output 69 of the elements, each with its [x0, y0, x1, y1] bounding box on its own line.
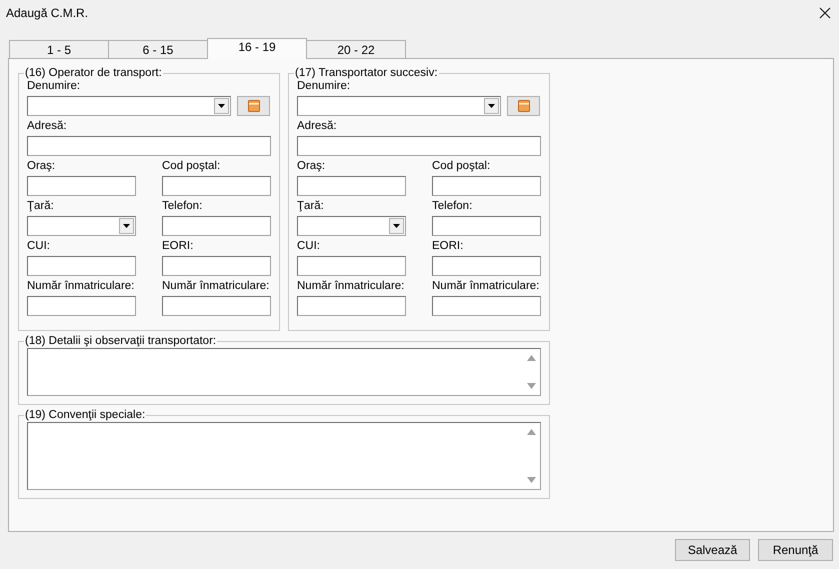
input-field[interactable]	[162, 296, 271, 316]
scroll-down-icon[interactable]	[527, 383, 536, 389]
dropdown-button[interactable]	[389, 218, 404, 234]
dropdown-button[interactable]	[214, 98, 229, 114]
caret-icon	[488, 104, 495, 108]
input-field[interactable]	[297, 296, 406, 316]
input-field[interactable]	[432, 296, 541, 316]
group-title: (18) Detalii şi observaţii transportator:	[24, 335, 218, 348]
lookup-button[interactable]	[507, 96, 540, 116]
combo-box[interactable]	[297, 96, 501, 116]
field-label: Adresă:	[27, 120, 68, 133]
dialog-button[interactable]: Salvează	[675, 539, 750, 561]
text-area[interactable]	[27, 422, 541, 490]
dialog-button[interactable]: Renunţă	[758, 539, 833, 561]
scroll-down-icon[interactable]	[527, 477, 536, 483]
field-label: Oraş:	[297, 160, 326, 173]
combo-box[interactable]	[297, 216, 406, 236]
caret-icon	[393, 224, 400, 228]
input-field[interactable]	[432, 256, 541, 276]
field-label: Număr înmatriculare:	[162, 280, 270, 293]
input-field[interactable]	[162, 176, 271, 196]
input-field[interactable]	[162, 256, 271, 276]
tab[interactable]: 1 - 5	[9, 40, 109, 58]
field-label: Denumire:	[297, 80, 352, 93]
field-label: Ţară:	[297, 200, 325, 213]
field-label: Telefon:	[432, 200, 474, 213]
field-label: Cod poştal:	[432, 160, 492, 173]
input-field[interactable]	[432, 176, 541, 196]
field-label: Oraş:	[27, 160, 56, 173]
field-label: Ţară:	[27, 200, 55, 213]
scroll-up-icon[interactable]	[527, 355, 536, 361]
window-title: Adaugă C.M.R.	[6, 6, 88, 20]
field-label: EORI:	[432, 240, 464, 253]
caret-icon	[218, 104, 225, 108]
input-field[interactable]	[27, 136, 271, 156]
input-field[interactable]	[297, 176, 406, 196]
field-label: Număr înmatriculare:	[432, 280, 540, 293]
caret-icon	[123, 224, 130, 228]
close-icon[interactable]	[819, 7, 831, 19]
input-field[interactable]	[27, 296, 136, 316]
input-field[interactable]	[27, 176, 136, 196]
tab[interactable]: 20 - 22	[306, 40, 406, 58]
input-field[interactable]	[27, 256, 136, 276]
field-label: CUI:	[297, 240, 321, 253]
combo-box[interactable]	[27, 96, 231, 116]
scroll-up-icon[interactable]	[527, 429, 536, 435]
input-field[interactable]	[162, 216, 271, 236]
input-field[interactable]	[297, 256, 406, 276]
field-label: Cod poştal:	[162, 160, 222, 173]
combo-box[interactable]	[27, 216, 136, 236]
box-icon	[518, 100, 530, 112]
field-label: Număr înmatriculare:	[297, 280, 406, 293]
field-label: Număr înmatriculare:	[27, 280, 136, 293]
dropdown-button[interactable]	[484, 98, 499, 114]
group-title: (17) Transportator succesiv:	[294, 67, 439, 80]
dropdown-button[interactable]	[119, 218, 134, 234]
field-label: CUI:	[27, 240, 51, 253]
box-icon	[248, 100, 260, 112]
field-label: EORI:	[162, 240, 194, 253]
text-area[interactable]	[27, 348, 541, 396]
lookup-button[interactable]	[237, 96, 270, 116]
field-label: Denumire:	[27, 80, 82, 93]
field-label: Telefon:	[162, 200, 204, 213]
field-label: Adresă:	[297, 120, 338, 133]
input-field[interactable]	[297, 136, 541, 156]
group-title: (19) Convenţii speciale:	[24, 409, 146, 422]
tab[interactable]: 16 - 19	[207, 38, 307, 59]
group-title: (16) Operator de transport:	[24, 67, 163, 80]
input-field[interactable]	[432, 216, 541, 236]
